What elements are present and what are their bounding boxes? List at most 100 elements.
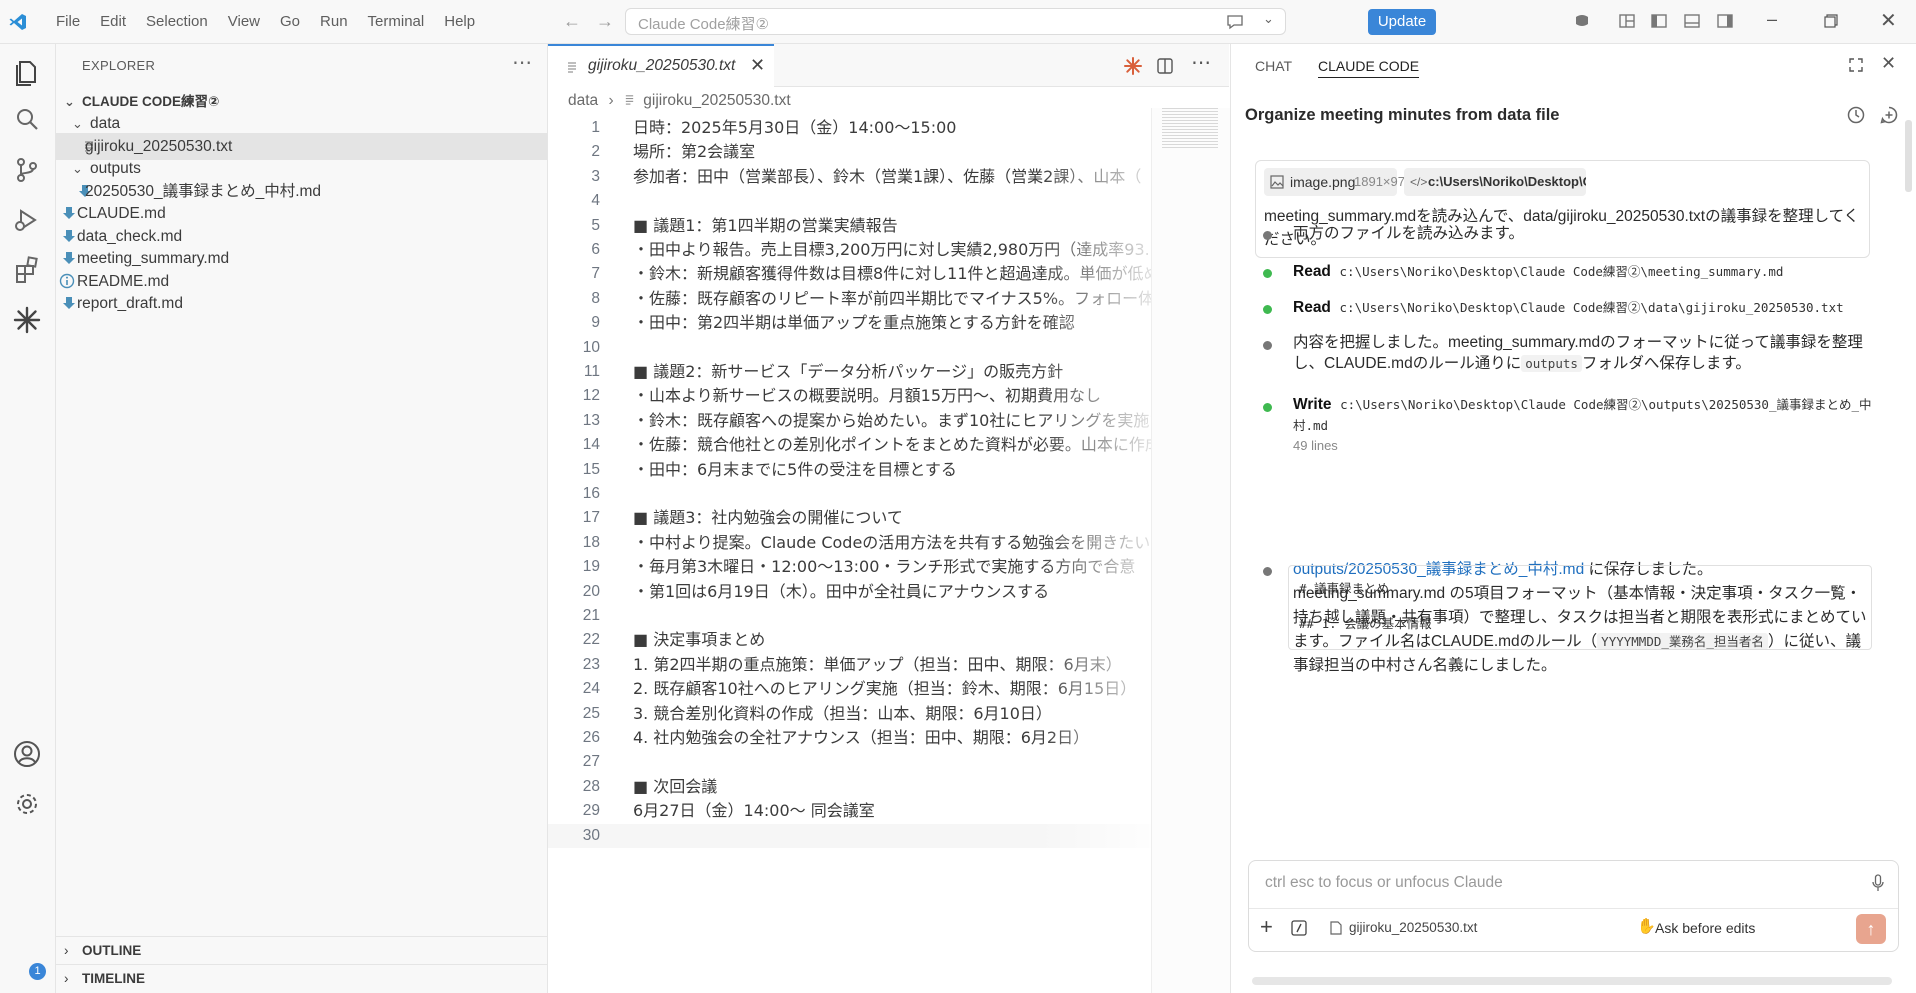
menu-run[interactable]: Run bbox=[310, 0, 358, 43]
hand-icon: ✋ bbox=[1637, 918, 1656, 935]
close-panel-icon[interactable]: ✕ bbox=[1881, 53, 1896, 74]
prompt-placeholder: ctrl esc to focus or unfocus Claude bbox=[1265, 874, 1503, 891]
line-number: 26 bbox=[582, 729, 600, 746]
step-text: 両方のファイルを読み込みます。 bbox=[1293, 225, 1524, 242]
new-chat-icon[interactable] bbox=[1879, 105, 1899, 125]
line-number: 29 bbox=[582, 802, 600, 820]
copilot-icon[interactable] bbox=[1573, 12, 1591, 30]
status-dot bbox=[1263, 341, 1272, 350]
chevron-down-icon[interactable]: ⌄ bbox=[1263, 11, 1274, 27]
menu-selection[interactable]: Selection bbox=[136, 0, 218, 43]
attachment-chip-path[interactable]: </> c:\Users\Noriko\Desktop\Cl... bbox=[1404, 168, 1586, 196]
line-number: 7 bbox=[591, 265, 600, 283]
line-number: 27 bbox=[582, 753, 600, 771]
timeline-section[interactable]: › TIMELINE bbox=[56, 964, 547, 992]
outline-section[interactable]: › OUTLINE bbox=[56, 936, 547, 964]
activity-bar bbox=[0, 44, 56, 993]
send-button[interactable]: ↑ bbox=[1856, 914, 1886, 944]
line-number: 30 bbox=[582, 826, 600, 844]
update-button[interactable]: Update bbox=[1368, 9, 1436, 35]
status-dot bbox=[1263, 403, 1272, 412]
tab-chat[interactable]: CHAT bbox=[1255, 58, 1292, 74]
context-file-label[interactable]: gijiroku_20250530.txt bbox=[1349, 920, 1477, 935]
slash-command-icon[interactable] bbox=[1291, 920, 1307, 936]
chat-icon[interactable] bbox=[1226, 14, 1244, 30]
customize-layout-icon[interactable] bbox=[1618, 12, 1636, 30]
line-number: 21 bbox=[582, 607, 600, 624]
settings-gear-icon[interactable] bbox=[11, 788, 43, 820]
search-icon[interactable] bbox=[11, 104, 43, 136]
mode-selector[interactable]: Ask before edits bbox=[1655, 920, 1755, 936]
claude-star-icon[interactable] bbox=[1123, 56, 1143, 76]
chevron-right-icon: › bbox=[64, 943, 69, 958]
write-preview: # 議事録まとめ ## 1. 会議の基本情報 bbox=[1288, 565, 1872, 650]
run-debug-icon[interactable] bbox=[11, 204, 43, 236]
menu-help[interactable]: Help bbox=[434, 0, 485, 43]
arrow-up-icon: ↑ bbox=[1866, 919, 1876, 939]
toggle-secondary-sidebar-icon[interactable] bbox=[1716, 12, 1734, 30]
line-number: 22 bbox=[582, 631, 600, 649]
text-file-icon bbox=[625, 95, 634, 105]
tool-path[interactable]: c:\Users\Noriko\Desktop\Claude Code練習②\o… bbox=[1293, 397, 1872, 433]
claude-icon[interactable] bbox=[11, 304, 43, 336]
split-editor-icon[interactable] bbox=[1156, 57, 1174, 75]
command-center[interactable]: Claude Code練習② ⌄ bbox=[625, 8, 1286, 35]
forward-arrow-icon[interactable]: → bbox=[596, 11, 614, 32]
toggle-panel-icon[interactable] bbox=[1683, 12, 1701, 30]
menu-file[interactable]: File bbox=[46, 0, 90, 43]
close-window-icon[interactable]: ✕ bbox=[1880, 8, 1897, 33]
expand-icon[interactable] bbox=[1848, 57, 1864, 73]
status-dot bbox=[1263, 231, 1272, 240]
panel-scrollbar-thumb[interactable] bbox=[1905, 120, 1912, 192]
tool-path[interactable]: c:\Users\Noriko\Desktop\Claude Code練習②\d… bbox=[1340, 300, 1844, 315]
close-tab-icon[interactable]: ✕ bbox=[750, 55, 765, 76]
minimize-icon[interactable]: – bbox=[1767, 9, 1777, 30]
line-number: 19 bbox=[582, 558, 600, 576]
line-number: 3 bbox=[591, 167, 600, 185]
conversation-title: Organize meeting minutes from data file bbox=[1245, 106, 1560, 124]
tab-claude-code[interactable]: CLAUDE CODE bbox=[1318, 58, 1420, 78]
back-arrow-icon[interactable]: ← bbox=[563, 11, 581, 32]
text-file-icon bbox=[568, 62, 576, 73]
explorer-title: EXPLORER bbox=[82, 58, 156, 73]
editor-area: gijiroku_20250530.txt ✕ ⋯ data › gijirok… bbox=[548, 44, 1230, 993]
explorer-icon[interactable] bbox=[11, 56, 43, 88]
horizontal-scrollbar[interactable] bbox=[1252, 977, 1892, 985]
line-number: 13 bbox=[582, 411, 600, 429]
line-number: 16 bbox=[582, 485, 600, 502]
add-icon[interactable]: + bbox=[1260, 916, 1273, 938]
source-control-icon[interactable] bbox=[11, 154, 43, 186]
tree-file-report-draft[interactable]: report_draft.md bbox=[56, 290, 547, 317]
restore-icon[interactable] bbox=[1824, 14, 1838, 28]
toggle-primary-sidebar-icon[interactable] bbox=[1650, 12, 1668, 30]
chevron-right-icon: › bbox=[608, 92, 614, 109]
extensions-icon[interactable] bbox=[11, 254, 43, 286]
menu-go[interactable]: Go bbox=[270, 0, 310, 43]
file-icon bbox=[1330, 921, 1342, 935]
tool-path[interactable]: c:\Users\Noriko\Desktop\Claude Code練習②\m… bbox=[1340, 264, 1784, 279]
outline-label: OUTLINE bbox=[82, 943, 142, 958]
minimap[interactable] bbox=[1151, 108, 1230, 993]
explorer-sidebar: EXPLORER ⋯ ⌄ CLAUDE CODE練習② ⌄ data gijir… bbox=[56, 44, 548, 993]
line-count: 49 lines bbox=[1293, 438, 1338, 453]
microphone-icon[interactable] bbox=[1871, 874, 1885, 892]
line-number: 8 bbox=[591, 289, 600, 307]
status-dot bbox=[1263, 305, 1272, 314]
prompt-input[interactable]: ctrl esc to focus or unfocus Claude + gi… bbox=[1248, 860, 1899, 952]
more-actions-icon[interactable]: ⋯ bbox=[1191, 50, 1211, 75]
timeline-label: TIMELINE bbox=[82, 971, 145, 986]
line-number: 5 bbox=[591, 216, 600, 234]
editor-fade-overlay bbox=[1038, 116, 1158, 856]
menu-view[interactable]: View bbox=[218, 0, 270, 43]
image-file-icon bbox=[1270, 175, 1284, 189]
line-number: 4 bbox=[591, 192, 600, 210]
history-clock-icon[interactable] bbox=[1846, 105, 1866, 125]
editor-tab[interactable]: gijiroku_20250530.txt ✕ bbox=[548, 44, 774, 87]
more-actions-icon[interactable]: ⋯ bbox=[512, 50, 532, 75]
menu-edit[interactable]: Edit bbox=[90, 0, 136, 43]
breadcrumb-folder[interactable]: data bbox=[568, 92, 598, 109]
account-icon[interactable] bbox=[11, 738, 43, 770]
menu-terminal[interactable]: Terminal bbox=[358, 0, 435, 43]
breadcrumb-file[interactable]: gijiroku_20250530.txt bbox=[643, 92, 790, 109]
attachment-chip-image[interactable]: image.png 1891×977 bbox=[1264, 168, 1412, 196]
